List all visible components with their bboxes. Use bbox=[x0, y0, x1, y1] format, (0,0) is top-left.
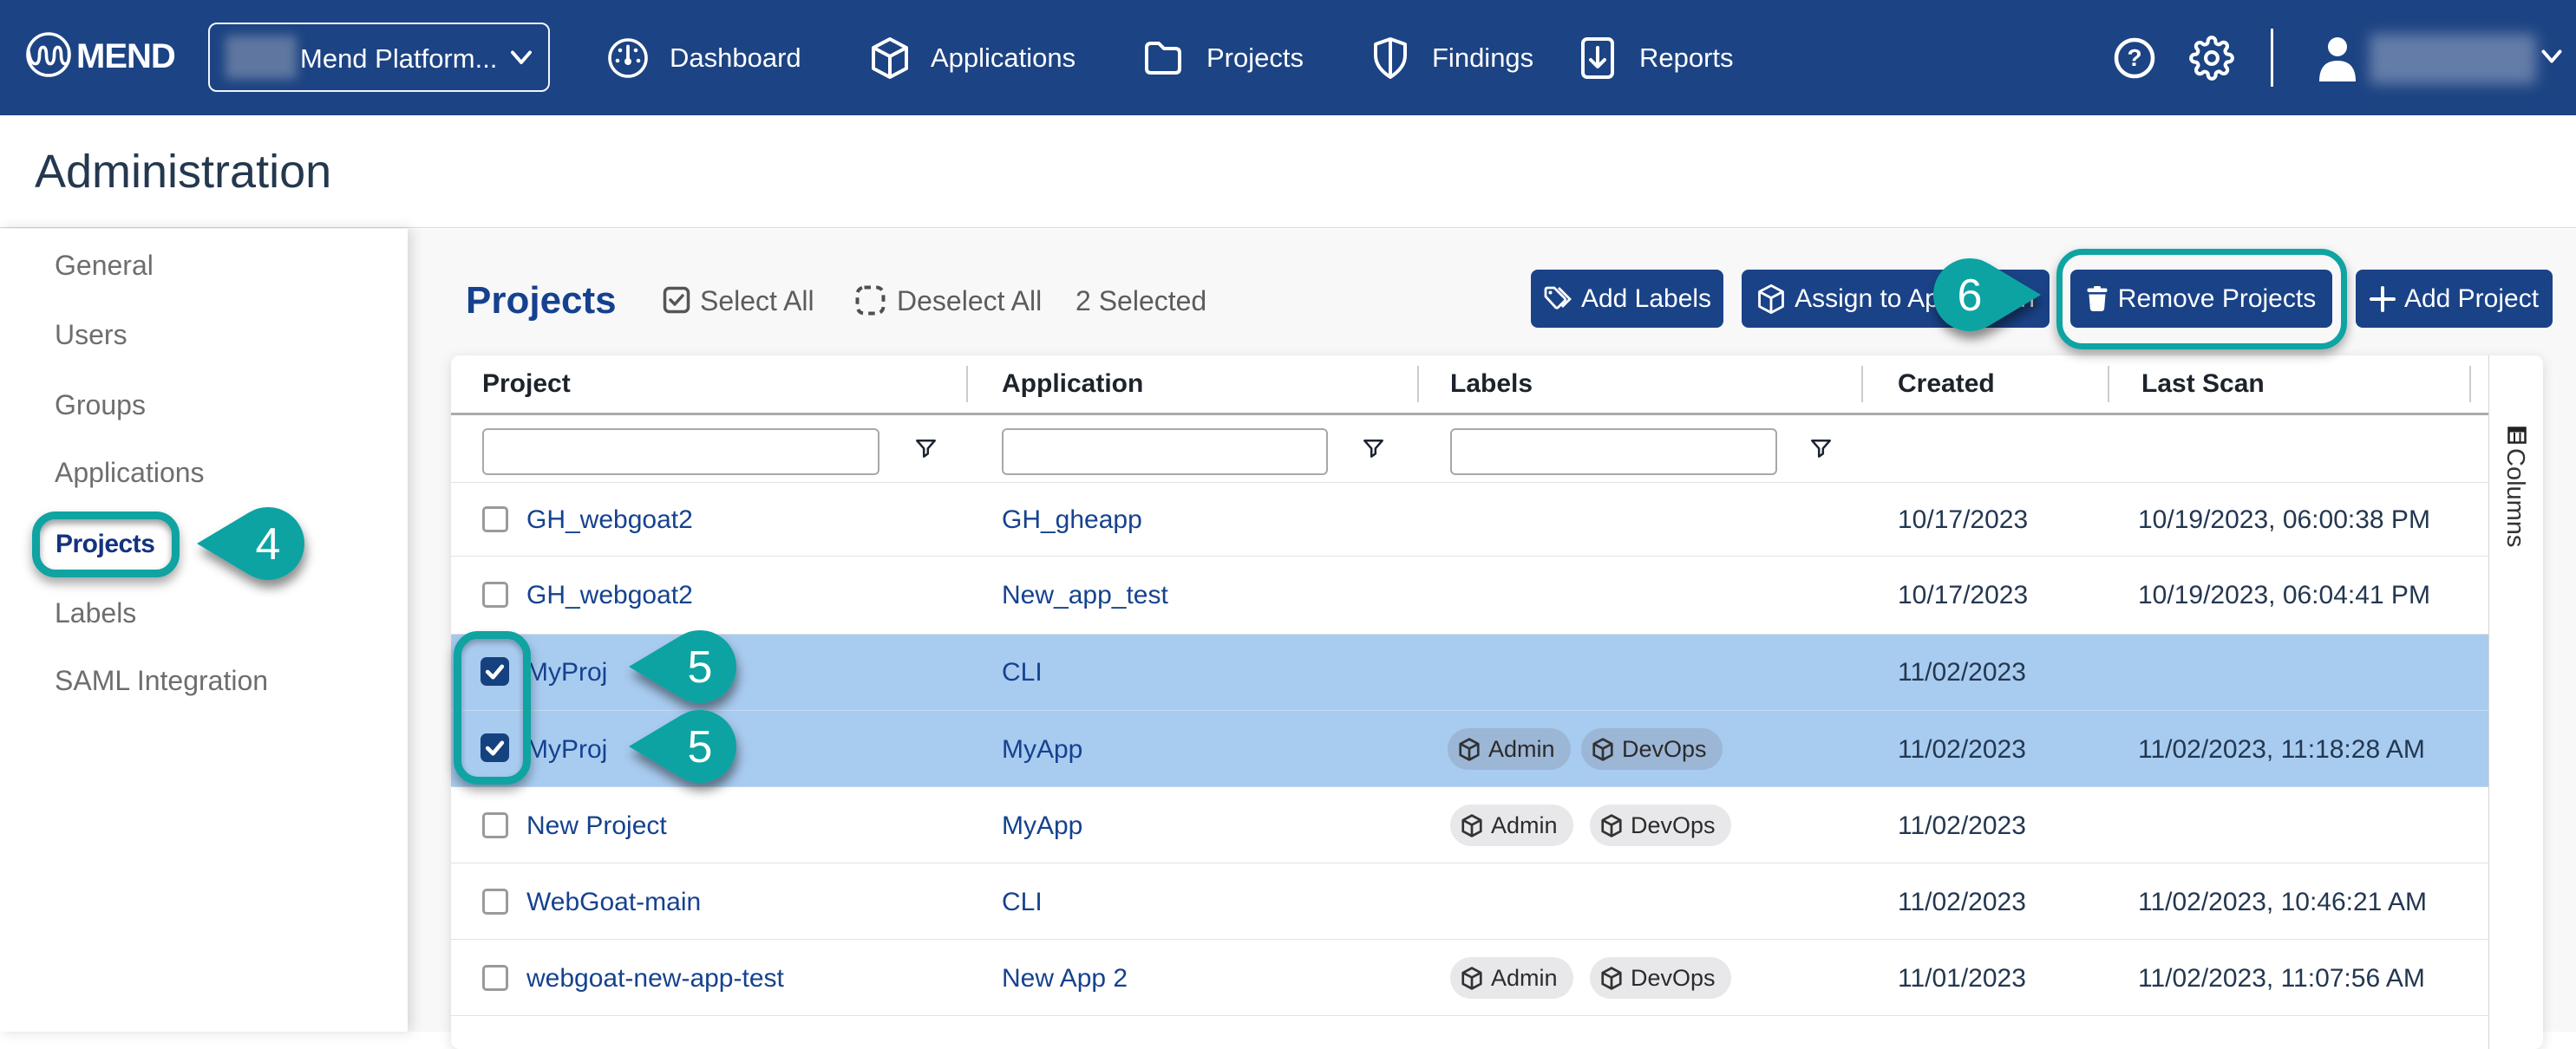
svg-text:5: 5 bbox=[688, 642, 713, 693]
svg-text:?: ? bbox=[2127, 44, 2141, 71]
svg-text:5: 5 bbox=[688, 722, 713, 772]
svg-text:6: 6 bbox=[1958, 270, 1983, 321]
svg-text:4: 4 bbox=[256, 519, 281, 570]
